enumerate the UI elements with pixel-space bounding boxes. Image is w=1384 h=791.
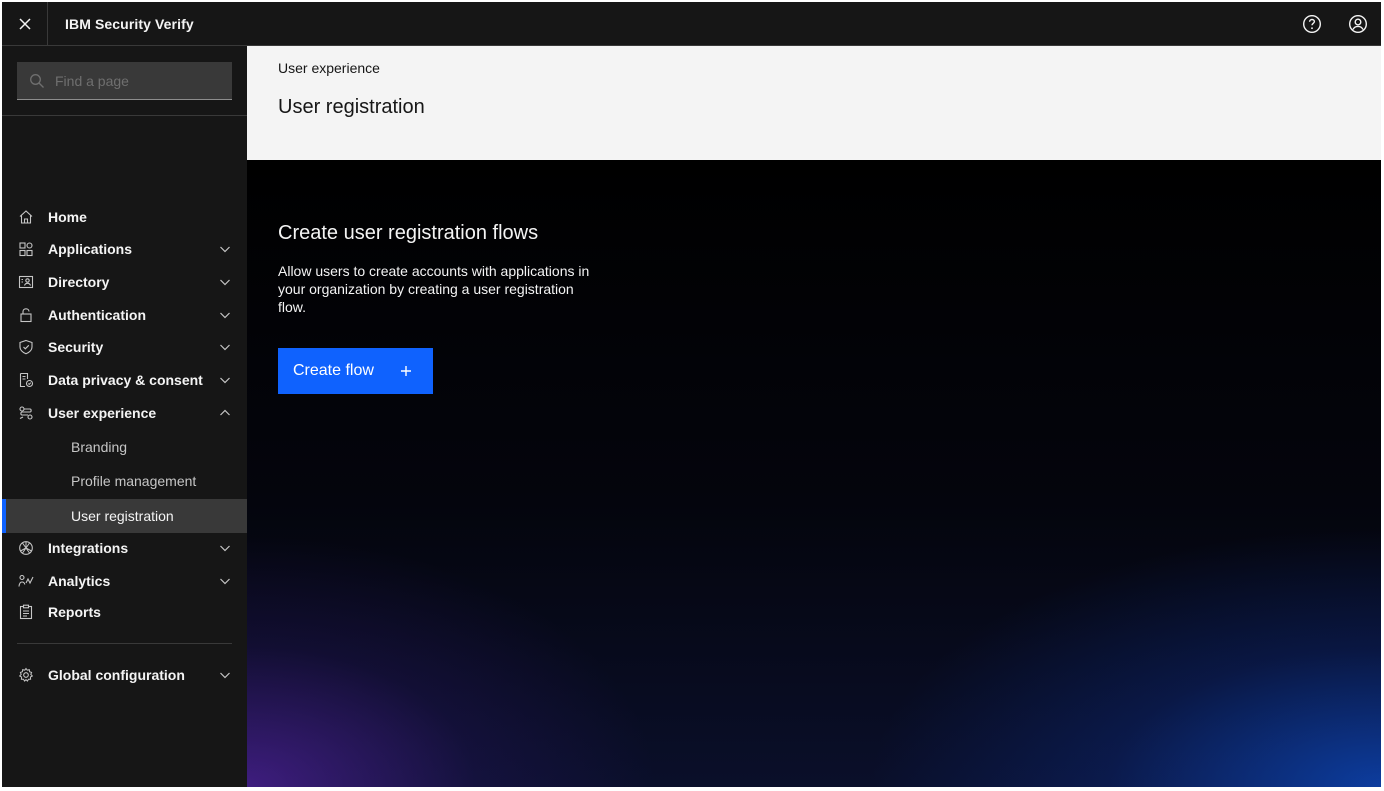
side-nav: Home Applications	[2, 46, 247, 787]
app-name[interactable]: IBM Security Verify	[48, 16, 194, 32]
lock-icon	[20, 308, 32, 323]
nav-subitem-user-registration[interactable]: User registration	[2, 499, 247, 533]
home-icon	[19, 210, 33, 224]
nav-label: Reports	[48, 604, 101, 620]
create-flow-label: Create flow	[293, 362, 374, 379]
app-shell: IBM Security Verify Find a page Home App…	[2, 2, 1381, 787]
nav-item-directory[interactable]: Directory	[2, 266, 247, 298]
close-icon	[18, 17, 31, 30]
gear-icon	[18, 667, 34, 682]
find-page-search	[17, 62, 232, 100]
page-header: User experience User registration	[247, 46, 1381, 160]
user-avatar-icon	[1348, 14, 1368, 34]
nav-divider	[17, 643, 232, 644]
user-experience-icon	[19, 406, 33, 420]
nav-item-authentication[interactable]: Authentication	[2, 299, 247, 331]
chevron-down-icon	[220, 279, 230, 286]
nav-label: Directory	[48, 274, 110, 290]
hero-title: Create user registration flows	[278, 222, 539, 244]
plus-icon	[401, 366, 411, 376]
nav-item-applications[interactable]: Applications	[2, 233, 247, 265]
nav-item-integrations[interactable]: Integrations	[2, 532, 247, 564]
user-profile-button[interactable]	[1335, 2, 1381, 46]
nav-sublabel: Branding	[71, 439, 128, 455]
breadcrumb[interactable]: User experience	[278, 60, 380, 76]
nav-label: Global configuration	[48, 667, 185, 683]
chevron-down-icon	[220, 578, 230, 585]
applications-icon	[19, 242, 33, 257]
nav-label: Data privacy & consent	[48, 372, 203, 388]
shield-icon	[19, 339, 33, 355]
close-menu-button[interactable]	[2, 2, 48, 46]
nav-label: Integrations	[48, 540, 129, 556]
directory-icon	[18, 275, 34, 289]
top-header: IBM Security Verify	[2, 2, 1381, 46]
chevron-up-icon	[220, 409, 230, 416]
help-icon	[1302, 14, 1322, 34]
hero-description: Allow users to create accounts with appl…	[278, 263, 590, 315]
main-content: User experience User registration Create…	[247, 46, 1381, 787]
reports-icon	[19, 604, 33, 620]
nav-subitem-branding[interactable]: Branding	[2, 430, 247, 464]
nav-item-reports[interactable]: Reports	[2, 596, 247, 628]
nav-label: User experience	[48, 405, 157, 421]
nav-label: Applications	[48, 241, 133, 257]
help-button[interactable]	[1289, 2, 1335, 46]
nav-label: Analytics	[48, 573, 111, 589]
chevron-down-icon	[220, 545, 230, 552]
nav-item-global-configuration[interactable]: Global configuration	[2, 659, 247, 691]
integrations-icon	[19, 541, 33, 555]
analytics-icon	[18, 574, 34, 587]
nav-item-user-experience[interactable]: User experience	[2, 397, 247, 429]
data-privacy-icon	[19, 372, 34, 388]
nav-subitem-profile-management[interactable]: Profile management	[2, 464, 247, 498]
header-actions	[1289, 2, 1381, 46]
chevron-down-icon	[220, 246, 230, 253]
search-input[interactable]	[17, 62, 232, 99]
nav-item-security[interactable]: Security	[2, 331, 247, 363]
nav-item-analytics[interactable]: Analytics	[2, 565, 247, 597]
chevron-down-icon	[220, 672, 230, 679]
nav-label: Authentication	[48, 307, 146, 323]
page-title: User registration	[278, 96, 425, 118]
search-container	[2, 46, 247, 116]
create-flow-button[interactable]: Create flow	[278, 348, 433, 394]
nav-sublabel: Profile management	[71, 473, 197, 489]
nav-item-data-privacy[interactable]: Data privacy & consent	[2, 364, 247, 396]
nav-label: Home	[48, 209, 87, 225]
nav-sublabel: User registration	[71, 508, 174, 524]
empty-state-hero: Create user registration flows Allow use…	[247, 160, 1381, 787]
chevron-down-icon	[220, 377, 230, 384]
chevron-down-icon	[220, 312, 230, 319]
nav-label: Security	[48, 339, 104, 355]
chevron-down-icon	[220, 344, 230, 351]
nav-item-home[interactable]: Home	[2, 201, 247, 233]
